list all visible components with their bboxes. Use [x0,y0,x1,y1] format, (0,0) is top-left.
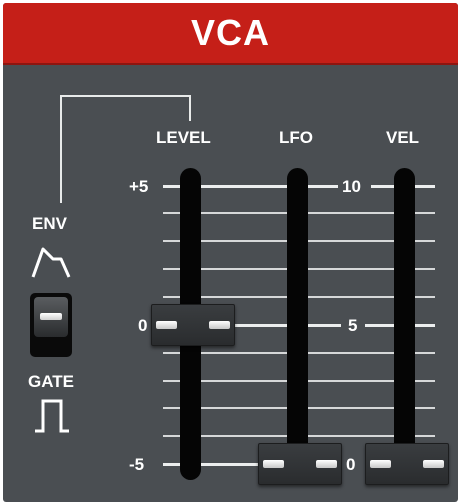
handle-line-right [316,460,337,468]
handle-line-right [423,460,444,468]
gate-label: GATE [28,372,74,391]
vca-module-panel: VCA LEVEL LFO VEL ENV GATE +5 0 -5 10 5 … [3,3,458,502]
level-scale-plus5: +5 [129,177,149,196]
lfo-scale-0: 0 [346,455,356,474]
gate-shape-icon [35,399,69,433]
vel-label: VEL [386,128,420,147]
module-header: VCA [3,3,458,65]
env-gate-toggle-switch[interactable] [30,293,72,357]
level-scale-0: 0 [138,316,148,335]
vel-slider-track[interactable] [394,168,415,480]
lfo-slider-track[interactable] [287,168,308,480]
handle-line-left [370,460,391,468]
module-title: VCA [190,12,270,53]
level-label: LEVEL [156,128,211,147]
lfo-scale-5: 5 [348,316,358,335]
routing-wire-horizontal [60,95,191,97]
level-slider-handle[interactable] [151,304,235,346]
toggle-switch-knob[interactable] [34,297,68,337]
level-scale-minus5: -5 [129,455,145,474]
lfo-label: LFO [279,128,313,147]
handle-line-right [209,321,230,329]
lfo-scale-10: 10 [342,177,361,196]
routing-wire-vertical-right [189,95,191,121]
handle-line-left [156,321,177,329]
toggle-indicator-line [40,313,62,320]
env-label: ENV [32,214,67,233]
lfo-slider-handle[interactable] [258,443,342,485]
scale-tick-row-11 [163,463,263,466]
handle-line-left [263,460,284,468]
envelope-shape-icon [31,247,71,278]
vel-slider-handle[interactable] [365,443,449,485]
routing-wire-vertical-left [60,95,62,203]
